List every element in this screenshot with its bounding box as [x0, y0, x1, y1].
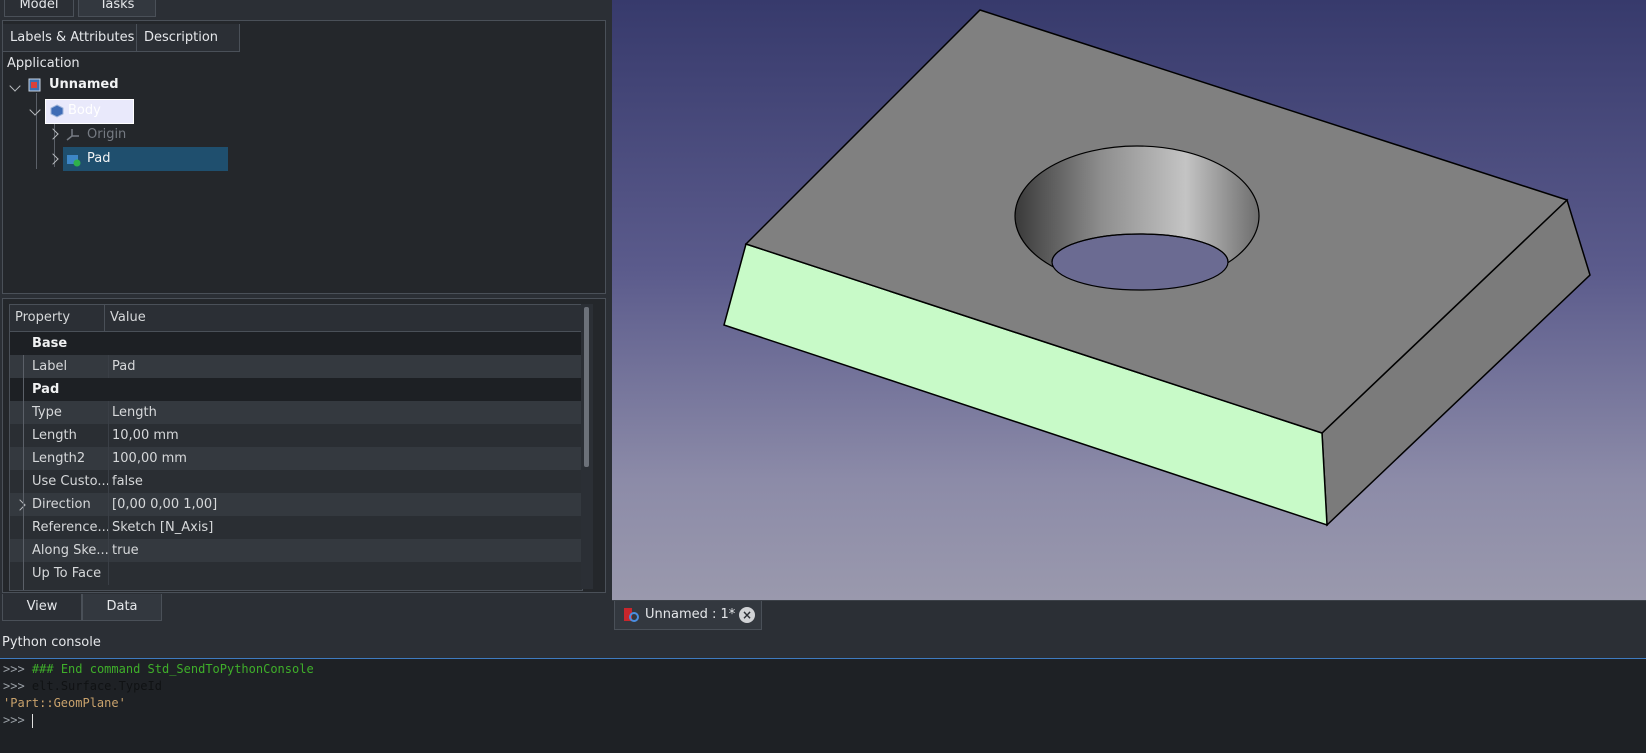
property-header-row: Property Value — [10, 305, 582, 332]
property-row-length[interactable]: Length 10,00 mm — [10, 424, 582, 447]
origin-icon — [66, 127, 80, 141]
console-line: >>> elt.Surface.TypeId — [3, 679, 162, 693]
document-tab-label: Unnamed : 1* — [645, 607, 736, 622]
column-header-value[interactable]: Value — [110, 305, 146, 331]
property-row-type[interactable]: Type Length — [10, 401, 582, 424]
property-row-label[interactable]: Label Pad — [10, 355, 582, 378]
combo-view: Model Tasks Labels & Attributes Descript… — [0, 0, 610, 627]
tree-item-origin[interactable]: Origin — [87, 127, 126, 142]
property-row-direction[interactable]: Direction [0,00 0,00 1,00] — [10, 493, 582, 516]
property-group-pad[interactable]: Pad — [10, 378, 582, 401]
python-console-titlebar: Python console — [0, 630, 1646, 659]
tab-view[interactable]: View — [2, 594, 82, 621]
console-line: >>> ### End command Std_SendToPythonCons… — [3, 662, 314, 676]
console-line: 'Part::GeomPlane' — [3, 696, 126, 710]
console-input-line[interactable]: >>> — [3, 713, 33, 728]
column-header-property[interactable]: Property — [15, 305, 70, 331]
text-cursor — [31, 713, 33, 728]
document-tabbar: Unnamed : 1* × — [612, 600, 1646, 631]
body-edit-field[interactable]: Body — [45, 99, 134, 124]
tree-item-body: Body — [68, 103, 101, 118]
body-icon — [50, 104, 64, 118]
python-console[interactable]: >>> ### End command Std_SendToPythonCons… — [0, 659, 1646, 753]
expand-chevron-icon[interactable] — [29, 104, 41, 116]
python-console-title: Python console — [2, 635, 101, 650]
expand-chevron-icon[interactable] — [9, 80, 21, 92]
tree-view: Labels & Attributes Description Applicat… — [2, 20, 606, 294]
document-tab[interactable]: Unnamed : 1* × — [614, 601, 762, 630]
expand-chevron-icon[interactable] — [47, 153, 59, 165]
close-icon[interactable]: × — [739, 607, 755, 623]
document-icon — [28, 78, 42, 92]
property-row-up-to-face[interactable]: Up To Face — [10, 562, 582, 585]
3d-viewport[interactable] — [612, 0, 1646, 600]
property-row-reference[interactable]: Reference... Sketch [N_Axis] — [10, 516, 582, 539]
tab-data[interactable]: Data — [82, 594, 162, 621]
tree-item-unnamed[interactable]: Unnamed — [49, 77, 119, 92]
pad-3d-model[interactable] — [612, 0, 1646, 600]
expand-chevron-icon[interactable] — [47, 128, 59, 140]
property-table: Property Value Base Label Pad Pad Type L… — [9, 304, 583, 591]
property-row-length2[interactable]: Length2 100,00 mm — [10, 447, 582, 470]
freecad-doc-icon — [623, 607, 639, 623]
tree-item-pad: Pad — [87, 151, 111, 166]
scrollbar-thumb[interactable] — [584, 307, 589, 467]
tab-model[interactable]: Model — [4, 0, 74, 17]
property-row-use-custom[interactable]: Use Custo... false — [10, 470, 582, 493]
property-view: Property Value Base Label Pad Pad Type L… — [2, 298, 606, 593]
tree-item-pad-row[interactable]: Pad — [63, 147, 228, 171]
tree-root-label: Application — [7, 56, 80, 71]
property-scrollbar[interactable] — [581, 304, 593, 589]
column-header-labels[interactable]: Labels & Attributes — [3, 24, 137, 52]
property-row-along-sketch[interactable]: Along Ske... true — [10, 539, 582, 562]
tab-tasks[interactable]: Tasks — [78, 0, 156, 17]
pad-icon — [66, 152, 81, 167]
column-header-description[interactable]: Description — [137, 24, 240, 52]
property-group-base[interactable]: Base — [10, 332, 582, 355]
